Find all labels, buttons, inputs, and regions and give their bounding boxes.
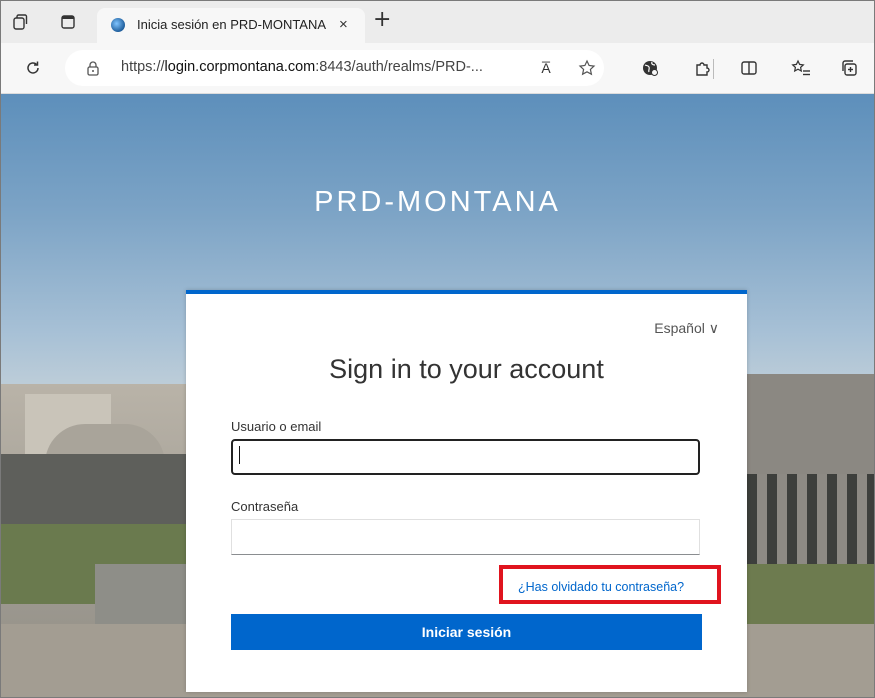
- browser-window: Inicia sesión en PRD-MONTANA × + https:/…: [0, 0, 875, 698]
- password-input[interactable]: [231, 519, 700, 555]
- url-rest: :8443/auth/realms/PRD-...: [315, 59, 483, 75]
- login-card: Español ∨ Sign in to your account Usuari…: [186, 290, 747, 692]
- page-title: Sign in to your account: [329, 354, 604, 384]
- language-selector[interactable]: Español ∨: [654, 320, 719, 337]
- tab-actions-icon[interactable]: [57, 11, 79, 33]
- refresh-icon[interactable]: [21, 56, 45, 80]
- new-tab-button[interactable]: +: [373, 9, 391, 31]
- browser-tab[interactable]: Inicia sesión en PRD-MONTANA ×: [97, 8, 365, 43]
- favorites-list-icon[interactable]: [789, 56, 813, 80]
- url-host: login.corpmontana.com: [164, 59, 316, 75]
- login-page: PRD-MONTANA Español ∨ Sign in to your ac…: [1, 94, 874, 697]
- read-aloud-icon[interactable]: A̅: [534, 56, 558, 80]
- url-text: https://login.corpmontana.com:8443/auth/…: [121, 59, 483, 75]
- url-prefix: https://: [121, 59, 165, 75]
- url-field[interactable]: https://login.corpmontana.com:8443/auth/…: [65, 50, 604, 86]
- tab-title: Inicia sesión en PRD-MONTANA: [137, 17, 327, 32]
- text-caret: [239, 446, 240, 464]
- extensions-puzzle-icon[interactable]: [691, 56, 715, 80]
- workspaces-icon[interactable]: [9, 11, 31, 33]
- tab-close-icon[interactable]: ×: [339, 16, 348, 33]
- extension-globe-icon[interactable]: [638, 56, 662, 80]
- split-screen-icon[interactable]: [737, 56, 761, 80]
- realm-title: PRD-MONTANA: [314, 186, 561, 218]
- site-info-lock-icon[interactable]: [81, 56, 105, 80]
- highlight-box: [499, 565, 721, 604]
- site-favicon-icon: [111, 18, 125, 32]
- favorite-star-icon[interactable]: [575, 56, 599, 80]
- collections-icon[interactable]: [837, 56, 861, 80]
- password-label: Contraseña: [231, 499, 299, 514]
- username-label: Usuario o email: [231, 419, 322, 434]
- toolbar-separator: [713, 59, 714, 79]
- username-input[interactable]: [231, 439, 700, 475]
- tab-bar: Inicia sesión en PRD-MONTANA × +: [1, 1, 874, 43]
- sign-in-button[interactable]: Iniciar sesión: [231, 614, 702, 650]
- address-bar: https://login.corpmontana.com:8443/auth/…: [1, 43, 874, 94]
